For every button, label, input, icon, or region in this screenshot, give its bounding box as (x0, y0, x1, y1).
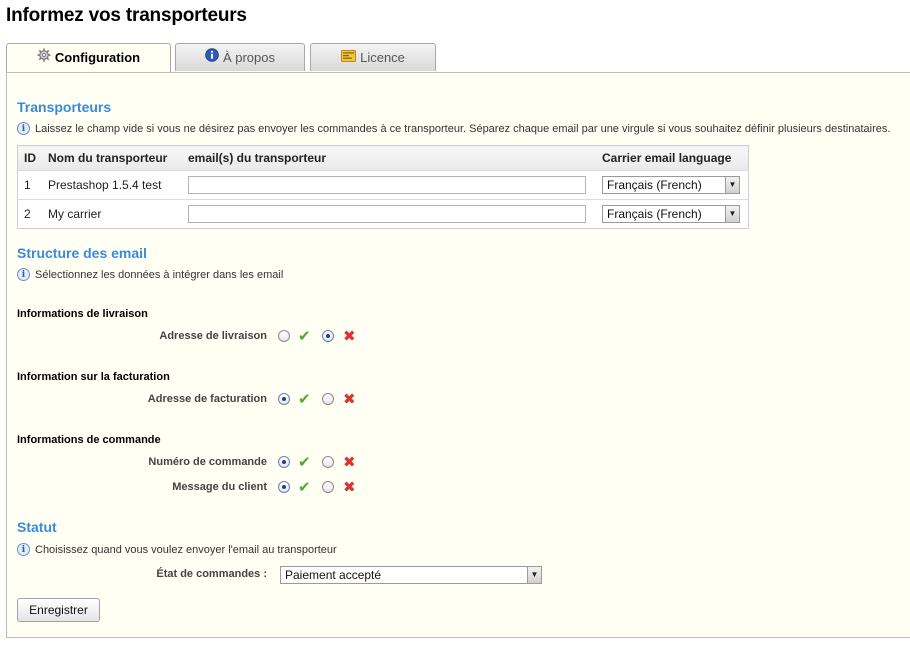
tab-configuration[interactable]: Configuration (6, 43, 171, 73)
carrier-name: My carrier (42, 199, 182, 229)
license-card-icon (341, 44, 357, 71)
save-button[interactable]: Enregistrer (17, 598, 100, 622)
radio-no[interactable] (322, 481, 334, 493)
order-state-select[interactable]: Paiement accepté ▼ (280, 566, 542, 584)
structure-hint: i Sélectionnez les données à intégrer dan… (17, 267, 284, 281)
table-header-row: ID Nom du transporteur email(s) du trans… (17, 145, 749, 171)
carriers-table: ID Nom du transporteur email(s) du trans… (17, 145, 749, 229)
check-icon: ✔ (298, 328, 311, 345)
column-header-id: ID (17, 145, 42, 171)
group-title-livraison: Informations de livraison (17, 308, 148, 320)
select-value: Français (French) (607, 207, 702, 221)
tab-label: Configuration (54, 50, 141, 65)
field-label-numero-commande: Numéro de commande (148, 456, 267, 468)
check-icon: ✔ (298, 454, 311, 471)
group-title-facturation: Information sur la facturation (17, 371, 170, 383)
group-title-commande: Informations de commande (17, 434, 161, 446)
radio-yes[interactable] (278, 456, 290, 468)
info-icon: i (17, 542, 30, 556)
cross-icon: ✖ (343, 391, 356, 408)
status-hint: i Choisissez quand vous voulez envoyer l'… (17, 542, 337, 556)
radio-no[interactable] (322, 330, 334, 342)
configuration-panel: Transporteurs i Laissez le champ vide si … (6, 72, 910, 638)
tab-a-propos[interactable]: À propos (175, 43, 305, 71)
hint-text: Sélectionnez les données à intégrer dans… (35, 269, 284, 281)
carrier-email-input[interactable] (188, 205, 586, 223)
field-label-message-client: Message du client (172, 481, 267, 493)
check-icon: ✔ (298, 391, 311, 408)
table-row: 2 My carrier Français (French) ▼ (17, 199, 749, 229)
field-label-adresse-facturation: Adresse de facturation (147, 393, 267, 405)
order-state-label: État de commandes : (156, 568, 267, 580)
radio-no[interactable] (322, 456, 334, 468)
select-value: Français (French) (607, 178, 702, 192)
tab-label: À propos (222, 50, 276, 65)
radio-yes[interactable] (278, 393, 290, 405)
section-title-statut: Statut (17, 519, 57, 535)
carrier-language-select[interactable]: Français (French) ▼ (602, 176, 740, 194)
table-row: 1 Prestashop 1.5.4 test Français (French… (17, 170, 749, 200)
hint-text: Choisissez quand vous voulez envoyer l'e… (35, 544, 337, 556)
tab-label: Licence (360, 50, 405, 65)
carriers-hint: i Laissez le champ vide si vous ne désire… (17, 121, 891, 135)
select-value: Paiement accepté (285, 568, 382, 582)
hint-text: Laissez le champ vide si vous ne désirez… (35, 123, 891, 135)
radio-yes[interactable] (278, 330, 290, 342)
field-label-adresse-livraison: Adresse de livraison (159, 330, 267, 342)
carrier-id: 2 (17, 199, 42, 229)
column-header-email: email(s) du transporteur (182, 145, 596, 171)
radio-no[interactable] (322, 393, 334, 405)
tab-licence[interactable]: Licence (310, 43, 436, 71)
cross-icon: ✖ (343, 454, 356, 471)
chevron-down-icon: ▼ (527, 567, 541, 583)
check-icon: ✔ (298, 479, 311, 496)
carrier-email-input[interactable] (188, 176, 586, 194)
section-title-structure: Structure des email (17, 245, 147, 261)
page-title: Informez vos transporteurs (6, 5, 247, 26)
section-title-transporteurs: Transporteurs (17, 99, 112, 115)
cross-icon: ✖ (343, 328, 356, 345)
info-icon: i (17, 121, 30, 135)
carrier-name: Prestashop 1.5.4 test (42, 170, 182, 200)
chevron-down-icon: ▼ (725, 177, 739, 193)
info-icon: i (17, 267, 30, 281)
radio-yes[interactable] (278, 481, 290, 493)
cross-icon: ✖ (343, 479, 356, 496)
column-header-name: Nom du transporteur (42, 145, 182, 171)
gear-icon (37, 44, 51, 71)
chevron-down-icon: ▼ (725, 206, 739, 222)
info-icon (205, 44, 219, 71)
carrier-id: 1 (17, 170, 42, 200)
column-header-language: Carrier email language (596, 145, 749, 171)
carrier-language-select[interactable]: Français (French) ▼ (602, 205, 740, 223)
